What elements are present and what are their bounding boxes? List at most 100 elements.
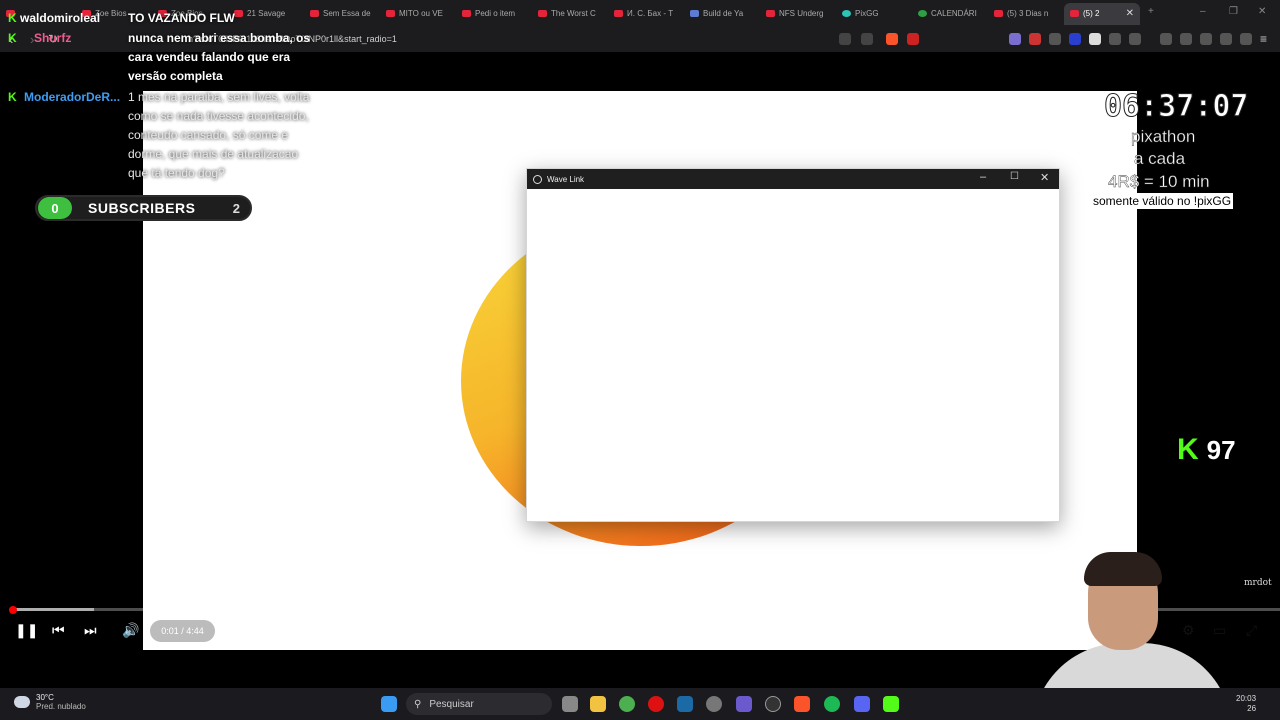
browser-tab[interactable]: The Worst C [532, 3, 608, 25]
time-display: 0:01 / 4:44 [150, 620, 215, 642]
browser-tab[interactable]: Pedi o item [456, 3, 532, 25]
kick-badge-icon: K [8, 11, 17, 25]
extension-icon[interactable] [1009, 33, 1021, 45]
spotify-icon[interactable] [824, 696, 840, 712]
chat-line: K waldomiroleal [8, 9, 100, 28]
kick-logo-icon: K [1177, 433, 1199, 466]
chat-username: ModeradorDeR... [24, 90, 121, 104]
watermark: mrdot [1244, 578, 1272, 588]
tab-label: Sem Essa de [323, 9, 371, 18]
volume-icon[interactable]: 🔊 [122, 622, 139, 639]
temperature: 30°C [36, 693, 54, 702]
browser-tab[interactable]: (5) 2 ✕ [1064, 2, 1140, 25]
wave-link-titlebar[interactable]: Wave Link – ☐ ✕ [527, 169, 1059, 189]
extension-icon[interactable] [1049, 33, 1061, 45]
weather-widget[interactable]: 30°C Pred. nublado [14, 693, 86, 711]
share-icon[interactable] [861, 33, 873, 45]
taskbar-clock[interactable]: 20:03 26 [1236, 694, 1256, 714]
tab-label: PixGG [855, 9, 879, 18]
screen-icon[interactable] [839, 33, 851, 45]
new-tab-button[interactable]: + [1148, 6, 1154, 17]
progress-buffer [12, 608, 94, 611]
chat-line: K ModeradorDeR... [8, 88, 120, 107]
browser-tab[interactable]: NFS Underg [760, 3, 836, 25]
kick-app-icon[interactable] [883, 696, 899, 712]
cloud-icon [14, 696, 30, 708]
discord-icon[interactable] [854, 696, 870, 712]
next-icon[interactable]: ⏭ [84, 622, 97, 639]
opera-icon[interactable] [648, 696, 664, 712]
pixathon-line: 4R$ = 10 min [1108, 172, 1210, 191]
sidebar-icon[interactable] [1180, 33, 1192, 45]
tab-label: Build de Ya [703, 9, 744, 18]
maximize-browser-button[interactable]: ❐ [1229, 6, 1238, 17]
webcam-person-hair [1084, 552, 1162, 586]
chat-username: waldomiroleal [20, 11, 101, 25]
close-window-button[interactable]: ✕ [1040, 171, 1049, 184]
wave-link-window[interactable]: Wave Link – ☐ ✕ [526, 168, 1060, 522]
wave-link-icon[interactable] [765, 696, 781, 712]
tab-label: The Worst C [551, 9, 596, 18]
pixathon-line: a cada [1134, 149, 1186, 168]
brave-shields-icon[interactable] [886, 33, 898, 45]
brave-icon[interactable] [794, 696, 810, 712]
close-browser-button[interactable]: ✕ [1258, 6, 1266, 17]
youtube-icon [538, 10, 547, 17]
windows-start-icon[interactable] [381, 696, 397, 712]
search-placeholder: Pesquisar [429, 698, 474, 710]
tab-label: (5) 3 Dias n [1007, 9, 1049, 18]
brave-rewards-icon[interactable] [907, 33, 919, 45]
shield-icon[interactable] [1240, 33, 1252, 45]
calendar-icon [918, 10, 927, 17]
minimize-browser-button[interactable]: – [1200, 6, 1206, 17]
wallet-icon[interactable] [1200, 33, 1212, 45]
music-icon[interactable] [1160, 33, 1172, 45]
menu-icon[interactable]: ≡ [1260, 32, 1267, 46]
steam-icon[interactable] [677, 696, 693, 712]
close-tab-icon[interactable]: ✕ [1126, 8, 1134, 19]
kick-badge-icon: K [8, 90, 17, 104]
previous-icon[interactable]: ⏮ [52, 622, 65, 639]
app-icon[interactable] [736, 696, 752, 712]
subathon-timer: 06:37:07 [1104, 89, 1249, 125]
wave-link-logo-icon [533, 174, 542, 184]
extension-icon[interactable] [1069, 33, 1081, 45]
extension-icon[interactable] [1089, 33, 1101, 45]
windows-taskbar: 30°C Pred. nublado ⚲ Pesquisar 20:03 26 [0, 688, 1280, 720]
youtube-icon [994, 10, 1003, 17]
search-icon: ⚲ [414, 698, 422, 710]
file-explorer-icon[interactable] [590, 696, 606, 712]
subscribers-count-badge: 0 [38, 197, 72, 219]
puzzle-icon[interactable] [1109, 33, 1121, 45]
clock-date: 26 [1247, 704, 1257, 713]
fullscreen-icon[interactable]: ⤢ [1246, 622, 1257, 639]
weather-description: Pred. nublado [36, 702, 86, 711]
minimize-window-button[interactable]: – [980, 171, 986, 183]
progress-knob[interactable] [9, 606, 17, 614]
browser-tab[interactable]: PixGG [836, 3, 912, 25]
maximize-window-button[interactable]: ☐ [1010, 171, 1019, 182]
browser-tab[interactable]: (5) 3 Dias n [988, 3, 1064, 25]
extension-icon[interactable] [1129, 33, 1141, 45]
pixathon-note: somente válido no !pixGG [1091, 193, 1234, 209]
task-view-icon[interactable] [562, 696, 578, 712]
tab-label: CALENDÁRI [931, 9, 977, 18]
chrome-icon[interactable] [619, 696, 635, 712]
browser-tab[interactable]: И. С. Бах - Т [608, 3, 684, 25]
youtube-icon [614, 10, 623, 17]
chat-username: Shurfz [34, 31, 72, 45]
browser-tab[interactable]: Build de Ya [684, 3, 760, 25]
browser-tab[interactable]: MITO ou VE [380, 3, 456, 25]
taskbar-search[interactable]: ⚲ Pesquisar [406, 693, 552, 715]
subscribers-label: SUBSCRIBERS [88, 200, 196, 216]
tab-label: Pedi o item [475, 9, 516, 18]
downloads-icon[interactable] [1220, 33, 1232, 45]
pixathon-line: pixathon [1131, 127, 1196, 146]
app-icon[interactable] [706, 696, 722, 712]
pause-icon[interactable]: ❚❚ [15, 622, 38, 639]
extension-icon[interactable] [1029, 33, 1041, 45]
chat-message: nunca nem abri essa bomba, os cara vende… [128, 31, 311, 83]
subscribers-goal: 2 [232, 200, 240, 216]
youtube-icon [1070, 10, 1079, 17]
browser-tab[interactable]: CALENDÁRI [912, 3, 988, 25]
